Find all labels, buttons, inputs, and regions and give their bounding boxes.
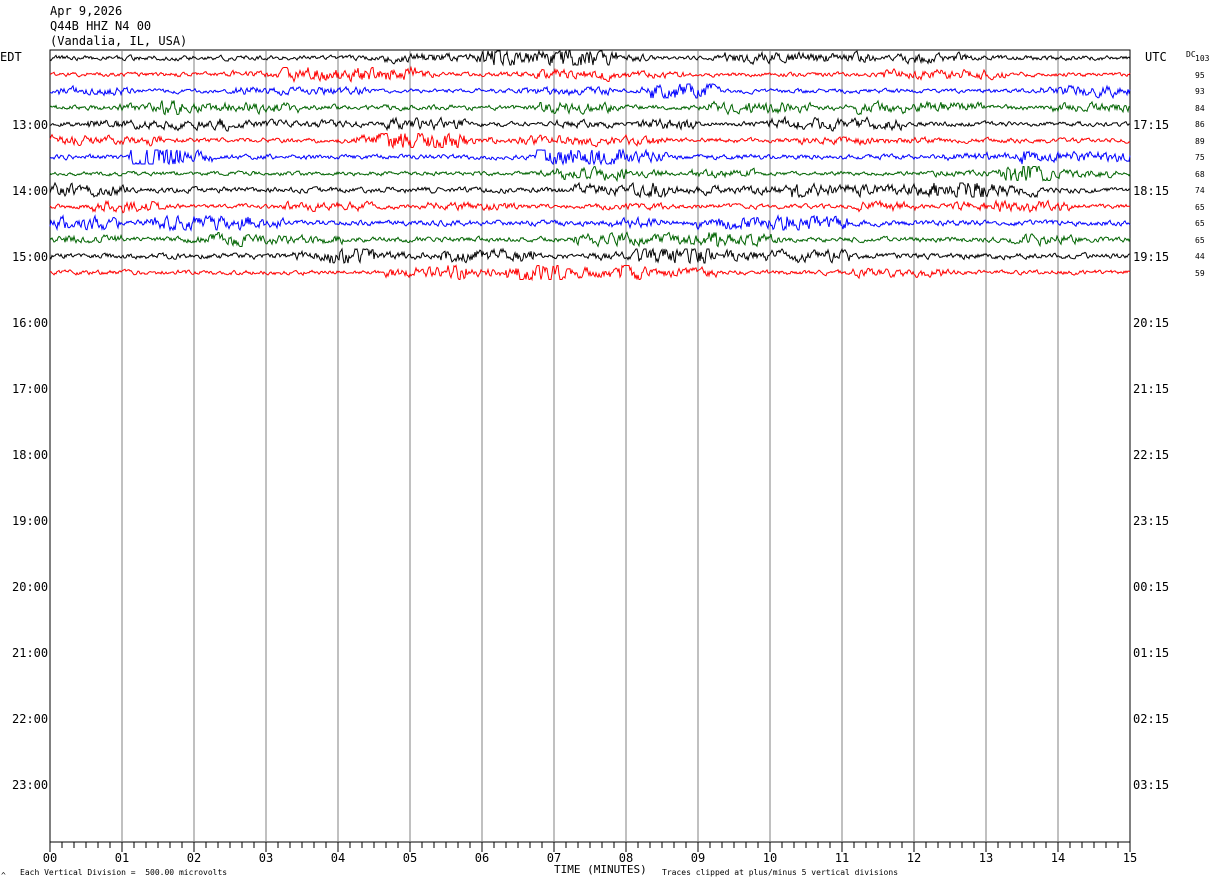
left-hour-label: 16:00 [12, 316, 49, 330]
right-hour-label: 03:15 [1133, 778, 1170, 792]
right-hour-label: 01:15 [1133, 646, 1170, 660]
right-hour-label: 20:15 [1133, 316, 1170, 330]
seismic-trace [49, 82, 1131, 100]
dc-value: 65 [1195, 202, 1205, 212]
seismic-trace [49, 165, 1131, 183]
right-hour-label: 02:15 [1133, 712, 1170, 726]
dc-value: 68 [1195, 169, 1205, 179]
helicorder-plot [49, 49, 1131, 852]
x-tick-label: 03 [258, 851, 274, 865]
dc-value: 89 [1195, 136, 1205, 146]
dc-value: 65 [1195, 219, 1205, 228]
x-tick-label: 12 [906, 851, 922, 865]
seismic-trace [49, 264, 1131, 282]
right-hour-label: 17:15 [1133, 118, 1170, 132]
dc-value: 95 [1195, 70, 1205, 80]
right-hour-label: 22:15 [1133, 448, 1170, 462]
dc-value: 103 [1195, 54, 1210, 63]
dc-value: 86 [1195, 120, 1205, 129]
x-tick-label: 00 [42, 851, 58, 865]
x-tick-label: 04 [330, 851, 346, 865]
x-tick-label: 15 [1122, 851, 1138, 865]
left-hour-label: 18:00 [12, 448, 49, 462]
x-tick-label: 05 [402, 851, 418, 865]
x-tick-label: 13 [978, 851, 994, 865]
right-hour-label: 19:15 [1133, 250, 1170, 264]
seismic-trace [49, 49, 1131, 67]
x-tick-label: 06 [474, 851, 490, 865]
left-hour-label: 21:00 [12, 646, 49, 660]
left-hour-label: 13:00 [12, 118, 49, 132]
plot-frame [49, 49, 1131, 843]
scale-note: Each Vertical Division = 500.00 microvol… [20, 868, 228, 877]
dc-value: 65 [1195, 235, 1205, 245]
left-hour-label: 20:00 [12, 580, 49, 594]
left-hour-label: 23:00 [12, 778, 49, 792]
seismic-trace [49, 115, 1131, 132]
x-tick-label: 10 [762, 851, 778, 865]
left-hour-label: 17:00 [12, 382, 49, 396]
clip-note: Traces clipped at plus/minus 5 vertical … [662, 868, 899, 877]
right-hour-label: 00:15 [1133, 580, 1170, 594]
seismic-trace [49, 231, 1131, 248]
dc-value: 93 [1195, 87, 1205, 96]
x-tick-label: 02 [186, 851, 202, 865]
x-tick-label: 11 [834, 851, 850, 865]
seismic-trace [49, 99, 1131, 116]
seismic-trace [49, 65, 1131, 83]
x-tick-label: 09 [690, 851, 706, 865]
seismic-trace [49, 181, 1131, 199]
dc-value: 75 [1195, 153, 1205, 162]
x-axis-title: TIME (MINUTES) [554, 863, 647, 876]
left-hour-label: 19:00 [12, 514, 49, 528]
x-tick-label: 01 [114, 851, 130, 865]
dc-value: 59 [1195, 268, 1205, 278]
left-hour-label: 22:00 [12, 712, 49, 726]
plot-grid [49, 49, 1131, 843]
x-tick-label: 14 [1050, 851, 1066, 865]
x-tick-marks [49, 842, 1131, 852]
seismic-trace [49, 199, 1131, 214]
seismic-trace [49, 148, 1131, 166]
right-hour-label: 23:15 [1133, 514, 1170, 528]
trace-group [49, 49, 1131, 282]
seismic-trace [49, 214, 1131, 232]
corner-mark: ^ [1, 871, 6, 880]
left-hour-label: 15:00 [12, 250, 49, 264]
dc-value: 84 [1195, 103, 1205, 113]
right-hour-label: 18:15 [1133, 184, 1170, 198]
right-hour-label: 21:15 [1133, 382, 1170, 396]
seismic-trace [49, 132, 1131, 150]
dc-value: 44 [1195, 252, 1205, 261]
left-hour-label: 14:00 [12, 184, 49, 198]
dc-value: 74 [1195, 186, 1205, 195]
seismic-trace [49, 247, 1131, 265]
